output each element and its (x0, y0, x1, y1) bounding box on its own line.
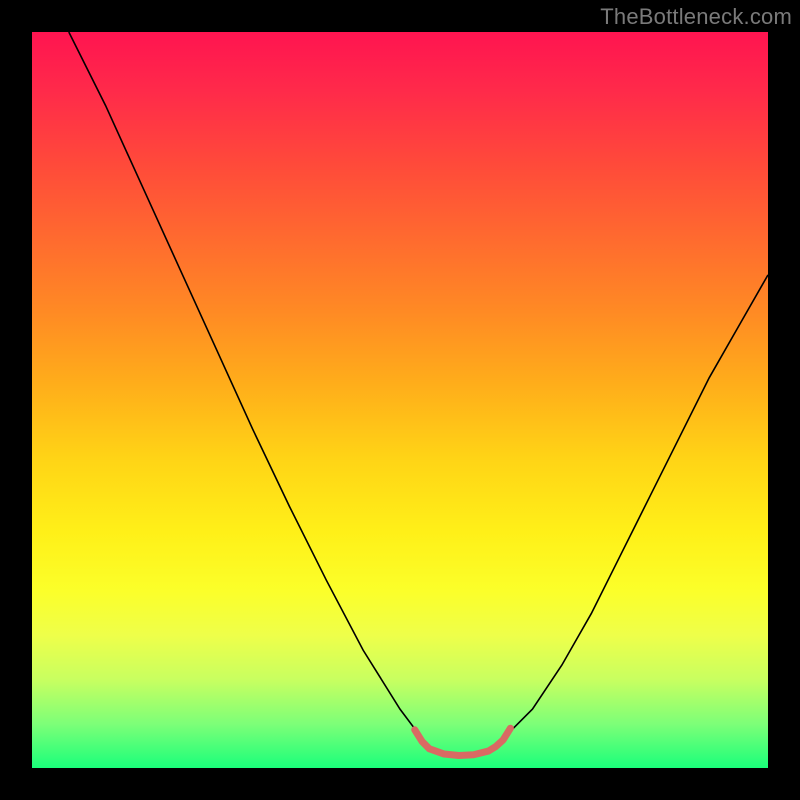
chart-frame: TheBottleneck.com (0, 0, 800, 800)
curve-right-arm (503, 275, 768, 739)
plot-area (32, 32, 768, 768)
curve-layer (32, 32, 768, 768)
watermark-text: TheBottleneck.com (600, 4, 792, 30)
curve-left-arm (69, 32, 422, 739)
curve-valley-floor (415, 728, 511, 755)
